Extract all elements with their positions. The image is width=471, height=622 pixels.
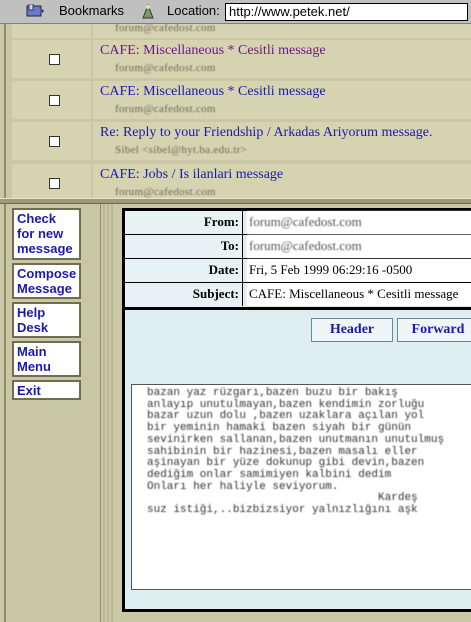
- check-new-message-button[interactable]: Check for new message: [12, 208, 81, 260]
- checkbox-cell: [12, 40, 91, 78]
- message-list-frame: forum@cafedost.com CAFE: Miscellaneous *…: [0, 24, 471, 198]
- frame-border: [4, 24, 6, 198]
- bookmarks-menu[interactable]: Bookmarks: [59, 3, 124, 18]
- message-sender: forum@cafedost.com: [115, 103, 216, 115]
- body-line: dediğim onlar samimiyen kalbini dedim: [147, 468, 392, 481]
- message-subject-link[interactable]: Re: Reply to your Friendship / Arkadas A…: [100, 125, 432, 141]
- from-value: forum@cafedost.com: [247, 211, 471, 234]
- checkbox-cell: [12, 122, 91, 160]
- list-item: Re: Reply to your Friendship / Arkadas A…: [12, 122, 471, 160]
- message-sender: forum@cafedost.com: [115, 24, 216, 34]
- message-subject-link[interactable]: CAFE: Jobs / Is ilanlari message: [100, 167, 283, 183]
- left-nav: Check for new message Compose Message He…: [0, 204, 100, 622]
- message-body: bazan yaz rüzgarı,bazen buzu bir bakış an…: [131, 384, 471, 590]
- message-sender: Sibel <sibel@hyt.ba.edu.tr>: [115, 144, 248, 156]
- frame-scrollbar[interactable]: [100, 204, 114, 622]
- browser-location-bar: Bookmarks Location: http://www.petek.net…: [0, 0, 471, 24]
- message-cell: Re: Reply to your Friendship / Arkadas A…: [93, 122, 471, 160]
- frame-border: [4, 204, 6, 622]
- body-line: bazan yaz rüzgarı,bazen buzu bir bakış: [147, 387, 398, 399]
- header-row-date: Date: Fri, 5 Feb 1999 06:29:16 -0500: [125, 259, 471, 283]
- message-subject-link[interactable]: CAFE: Miscellaneous * Cesitli message: [100, 84, 326, 100]
- message-sender: forum@cafedost.com: [115, 186, 216, 198]
- compose-message-button[interactable]: Compose Message: [12, 263, 81, 299]
- message-cell: CAFE: Miscellaneous * Cesitli message fo…: [93, 81, 471, 119]
- list-item: CAFE: Jobs / Is ilanlari message forum@c…: [12, 164, 471, 198]
- subject-label: Subject:: [125, 283, 243, 306]
- message-panel: From: forum@cafedost.com To: forum@cafed…: [122, 208, 471, 612]
- checkbox-cell: [12, 24, 91, 38]
- date-label: Date:: [125, 259, 243, 282]
- location-icon: [142, 3, 154, 19]
- date-value: Fri, 5 Feb 1999 06:29:16 -0500: [247, 259, 471, 282]
- body-line: suz istiği,..bizbizsiyor yalnızlığını aş…: [147, 504, 418, 517]
- message-select-checkbox[interactable]: [49, 136, 60, 147]
- to-label: To:: [125, 235, 243, 258]
- message-view-frame: From: forum@cafedost.com To: forum@cafed…: [114, 204, 471, 622]
- main-menu-button[interactable]: Main Menu: [12, 341, 81, 377]
- from-label: From:: [125, 211, 243, 234]
- message-subject-link[interactable]: CAFE: Miscellaneous * Cesitli message: [100, 43, 326, 59]
- header-divider: [125, 307, 471, 310]
- exit-button[interactable]: Exit: [12, 380, 81, 400]
- header-row-from: From: forum@cafedost.com: [125, 211, 471, 235]
- list-item: forum@cafedost.com: [12, 24, 471, 38]
- header-button[interactable]: Header: [311, 318, 393, 342]
- location-label: Location:: [167, 3, 220, 18]
- message-sender: forum@cafedost.com: [115, 62, 216, 74]
- message-bottom-area: [131, 592, 471, 608]
- help-desk-button[interactable]: Help Desk: [12, 302, 81, 338]
- header-row-subject: Subject: CAFE: Miscellaneous * Cesitli m…: [125, 283, 471, 306]
- bookmarks-icon[interactable]: [26, 4, 44, 18]
- message-select-checkbox[interactable]: [49, 178, 60, 189]
- message-select-checkbox[interactable]: [49, 95, 60, 106]
- list-item: CAFE: Miscellaneous * Cesitli message fo…: [12, 40, 471, 78]
- checkbox-cell: [12, 81, 91, 119]
- list-item: CAFE: Miscellaneous * Cesitli message fo…: [12, 81, 471, 119]
- header-row-to: To: forum@cafedost.com: [125, 235, 471, 259]
- message-select-checkbox[interactable]: [49, 54, 60, 65]
- to-value: forum@cafedost.com: [247, 235, 471, 258]
- subject-value: CAFE: Miscellaneous * Cesitli message: [247, 283, 471, 306]
- message-cell: CAFE: Jobs / Is ilanlari message forum@c…: [93, 164, 471, 198]
- url-input[interactable]: http://www.petek.net/: [225, 3, 468, 21]
- body-line: sevinirken sallanan,bazen unutmanın unut…: [147, 433, 445, 446]
- message-cell: CAFE: Miscellaneous * Cesitli message fo…: [93, 40, 471, 78]
- message-cell: forum@cafedost.com: [93, 24, 471, 38]
- forward-button[interactable]: Forward: [397, 318, 471, 342]
- checkbox-cell: [12, 164, 91, 198]
